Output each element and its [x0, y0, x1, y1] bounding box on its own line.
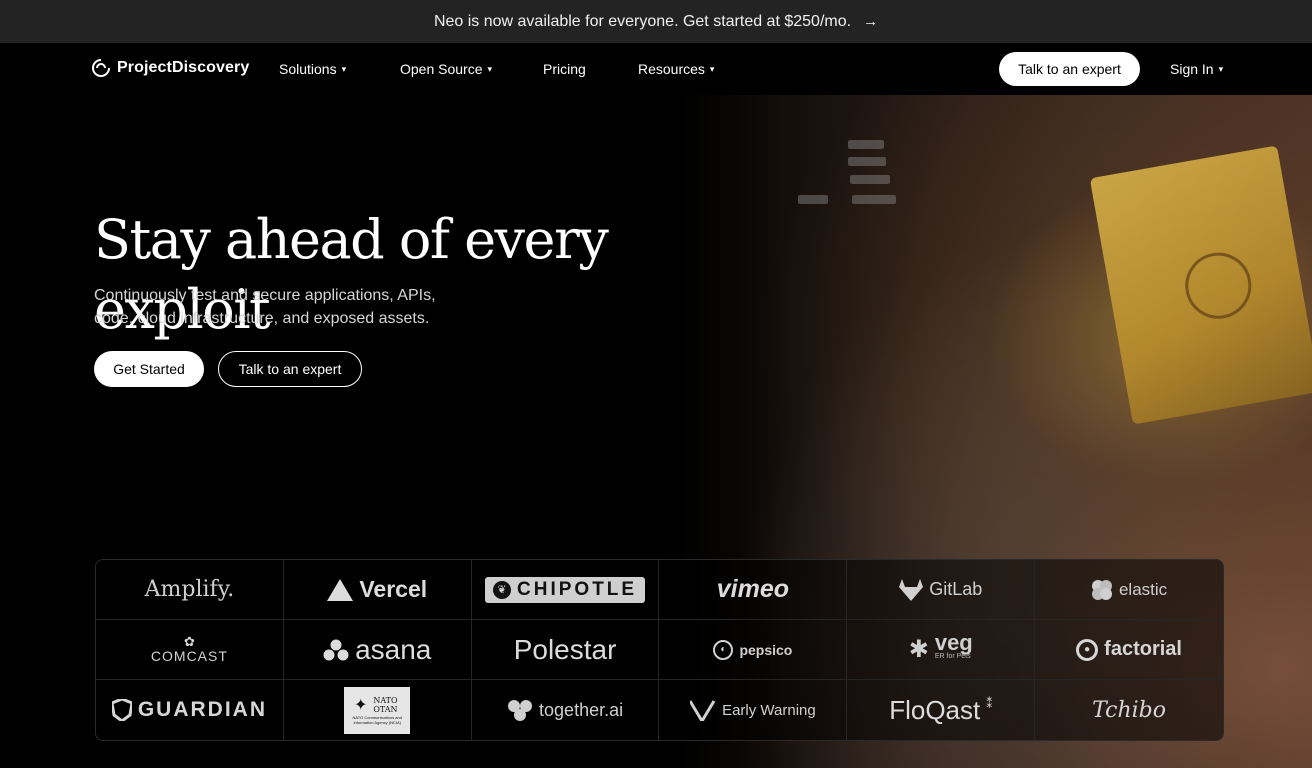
- logo-veg-text: veg: [934, 629, 973, 655]
- brand-name: ProjectDiscovery: [117, 59, 250, 76]
- logo-gitlab-text: GitLab: [929, 579, 983, 599]
- nav-resources-label: Resources: [638, 61, 705, 77]
- logo-chipotle-text: CHIPOTLE: [517, 578, 638, 600]
- logo-gitlab: GitLab: [847, 560, 1036, 620]
- announcement-text[interactable]: Neo is now available for everyone. Get s…: [434, 13, 851, 31]
- floppy-disk-image: [1089, 145, 1312, 425]
- nav-solutions-label: Solutions: [279, 61, 337, 77]
- factorial-icon: ●: [1076, 638, 1099, 661]
- logo-veg: ✱ veg ER for Pets: [847, 620, 1036, 680]
- nato-badge: ✦ NATO OTAN NATO Communications and Info…: [344, 686, 411, 734]
- hero-subtitle: Continuously test and secure application…: [94, 287, 436, 327]
- logo-early-warning-text: Early Warning: [722, 701, 816, 719]
- nav-solutions[interactable]: Solutions ▾: [279, 61, 346, 77]
- logo-together-ai: together.ai: [472, 680, 660, 740]
- logo-together-ai-text: together.ai: [539, 699, 624, 720]
- logo-floqast-text: FloQast: [889, 694, 981, 725]
- logo-nato-text: NATO OTAN: [373, 696, 398, 714]
- sign-in-menu[interactable]: Sign In ▾: [1170, 61, 1223, 77]
- logo-vercel-text: Vercel: [359, 576, 428, 602]
- logo-vimeo-text: vimeo: [716, 575, 790, 603]
- logo-pepsico: ◐ pepsico: [659, 620, 848, 680]
- nbc-peacock-icon: ✿: [183, 633, 195, 649]
- together-ai-icon: [508, 700, 533, 721]
- early-warning-icon: [690, 700, 716, 721]
- logo-floqast: FloQast ⁑: [847, 680, 1036, 740]
- bg-shelf: [848, 157, 886, 166]
- logo-tchibo: Tchibo: [1035, 680, 1223, 740]
- logo-guardian-text: GUARDIAN: [137, 698, 267, 721]
- get-started-button[interactable]: Get Started: [94, 351, 204, 387]
- elastic-cluster-icon: [1091, 579, 1112, 600]
- bg-shelf: [848, 140, 884, 149]
- bg-shelf: [852, 195, 896, 204]
- logo-amplify: Amplify.: [96, 560, 284, 620]
- veg-cross-icon: ✱: [908, 636, 929, 663]
- nav-pricing-label: Pricing: [543, 61, 586, 77]
- arrow-right-icon[interactable]: →: [863, 13, 878, 30]
- logo-comcast-text: COMCAST: [150, 647, 228, 664]
- logo-polestar: Polestar: [471, 620, 660, 680]
- logo-factorial-text: factorial: [1104, 638, 1182, 660]
- talk-to-expert-nav-button[interactable]: Talk to an expert: [999, 52, 1140, 86]
- logo-amplify-text: Amplify.: [144, 577, 235, 602]
- logo-early-warning: Early Warning: [659, 680, 848, 740]
- bg-shelf: [850, 175, 890, 184]
- customer-logos-grid: Amplify. Vercel ❦ CHIPOTLE vimeo GitLab …: [95, 559, 1224, 741]
- logo-nato: ✦ NATO OTAN NATO Communications and Info…: [284, 680, 472, 740]
- logo-elastic-text: elastic: [1118, 579, 1168, 599]
- logo-vercel: Vercel: [283, 560, 472, 620]
- logo-factorial: ● factorial: [1035, 620, 1223, 680]
- logo-guardian: GUARDIAN: [96, 680, 284, 740]
- bg-shelf: [798, 195, 828, 204]
- brand-logo[interactable]: ProjectDiscovery: [91, 58, 249, 78]
- talk-to-expert-button[interactable]: Talk to an expert: [218, 351, 362, 387]
- caret-down-icon: ▾: [1218, 63, 1224, 74]
- nav-pricing[interactable]: Pricing: [543, 61, 586, 77]
- logo-polestar-text: Polestar: [513, 633, 617, 665]
- nato-star-icon: ✦: [354, 697, 368, 714]
- nav-resources[interactable]: Resources ▾: [638, 61, 714, 77]
- caret-down-icon: ▾: [709, 63, 715, 74]
- sign-in-label: Sign In: [1170, 61, 1214, 77]
- logo-chipotle: ❦ CHIPOTLE: [471, 560, 660, 620]
- announcement-bar[interactable]: Neo is now available for everyone. Get s…: [0, 0, 1312, 43]
- vercel-triangle-icon: [327, 578, 354, 601]
- caret-down-icon: ▾: [487, 63, 493, 74]
- logo-nato-caption: NATO Communications and Information Agen…: [352, 715, 402, 725]
- logo-vimeo: vimeo: [659, 560, 848, 620]
- asana-dots-icon: [323, 639, 349, 660]
- nav-open-source-label: Open Source: [400, 61, 483, 77]
- caret-down-icon: ▾: [341, 63, 347, 74]
- logo-pepsico-text: pepsico: [739, 641, 793, 658]
- pepsico-globe-icon: ◐: [713, 639, 734, 660]
- logo-elastic: elastic: [1035, 560, 1223, 620]
- logo-tchibo-text: Tchibo: [1092, 697, 1166, 723]
- gitlab-fox-icon: [899, 578, 924, 601]
- top-nav: ProjectDiscovery Solutions ▾ Open Source…: [0, 43, 1312, 95]
- logo-asana: asana: [283, 620, 472, 680]
- guardian-shield-icon: [111, 699, 132, 721]
- logo-comcast: ✿ COMCAST: [96, 620, 284, 680]
- logo-asana-text: asana: [355, 633, 432, 665]
- nav-open-source[interactable]: Open Source ▾: [400, 61, 492, 77]
- chipotle-pepper-icon: ❦: [493, 580, 512, 599]
- projectdiscovery-logo-icon: [92, 58, 111, 77]
- floqast-mark-icon: ⁑: [986, 697, 993, 711]
- logo-veg-caption: ER for Pets: [934, 652, 971, 660]
